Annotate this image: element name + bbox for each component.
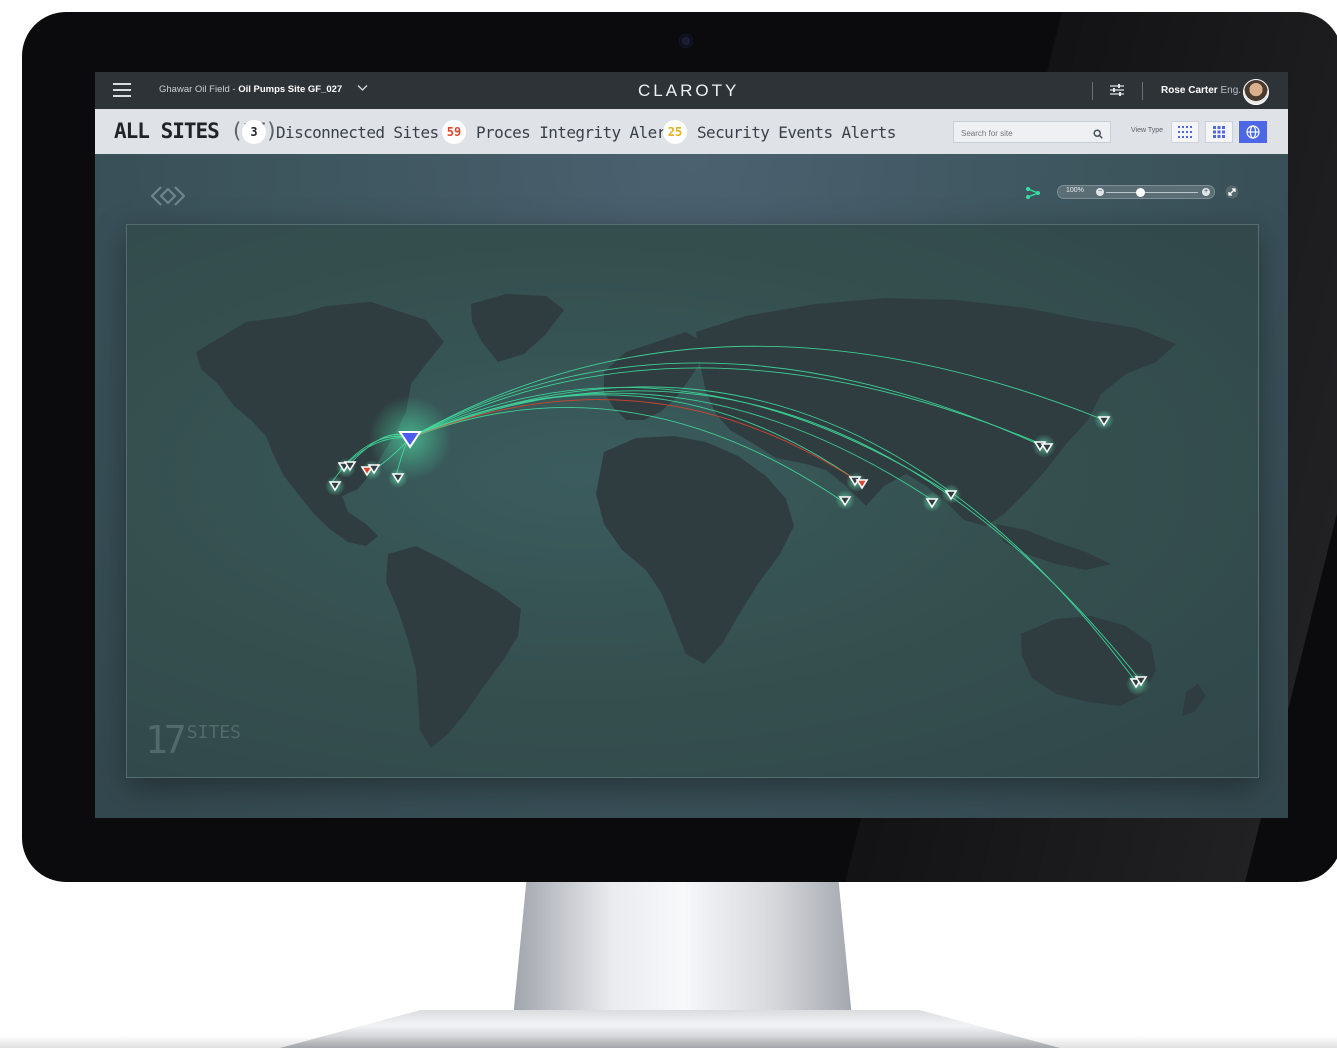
search-input[interactable] [954,122,1088,144]
monitor-stand [512,882,853,1027]
chevron-down-icon[interactable] [357,83,368,95]
globe-view-button[interactable] [1239,121,1267,143]
zoom-slider[interactable]: 100% − + [1057,185,1215,199]
south-america [386,546,521,748]
zoom-in-button[interactable]: + [1202,188,1210,196]
stat-disconnected-sites[interactable]: 3 Disconnected Sites [242,120,439,144]
expand-icon[interactable] [1225,185,1239,199]
stat-label: Security Events Alerts [697,122,896,142]
camera-icon [679,34,693,48]
greenland [471,294,564,362]
list-view-button[interactable] [1171,121,1199,143]
search-box [953,121,1111,144]
breadcrumb-site: Oil Pumps Site GF_027 [238,84,343,95]
all-sites-label: ALL SITES [114,119,220,143]
view-type-label: View Type [1131,127,1164,134]
stat-label: Disconnected Sites [276,122,439,142]
stat-badge: 59 [442,120,466,144]
new-zealand [1182,684,1206,716]
stat-label: Proces Integrity Alerts [476,122,684,142]
summary-bar: ALL SITES (17) 3 Disconnected Sites 59 P… [95,109,1288,154]
stat-badge: 3 [242,120,266,144]
zoom-handle[interactable] [1136,188,1145,197]
user-name-text: Rose Carter [1161,85,1218,96]
floor-shadow [0,1036,1337,1048]
southeast-asia [996,524,1111,570]
continents [196,294,1206,748]
sites-count-number: 17 [145,718,187,762]
list-view-icon [1178,126,1192,138]
breadcrumb[interactable]: Ghawar Oil Field - Oil Pumps Site GF_027 [159,84,342,95]
settings-sliders-icon[interactable] [1109,83,1125,97]
top-bar: Ghawar Oil Field - Oil Pumps Site GF_027… [95,72,1288,109]
africa [596,436,794,664]
user-name[interactable]: Rose Carter Eng. [1161,85,1241,96]
zoom-track [1106,192,1198,193]
app-screen: Ghawar Oil Field - Oil Pumps Site GF_027… [95,72,1288,818]
stat-process-integrity-alerts[interactable]: 59 Proces Integrity Alerts [442,120,684,144]
world-map[interactable] [126,224,1257,776]
globe-view-icon [1246,125,1260,139]
grid-view-button[interactable] [1205,121,1233,143]
sites-count-watermark: 17 SITES [145,718,241,762]
app-logo: CLAROTY [638,81,740,100]
divider [1092,82,1093,100]
breadcrumb-field: Ghawar Oil Field - [159,84,239,95]
search-icon[interactable] [1093,126,1103,139]
divider [1142,82,1143,100]
network-icon[interactable] [1026,186,1040,199]
stat-badge: 25 [663,120,687,144]
zoom-out-button[interactable]: − [1096,188,1104,196]
menu-icon[interactable] [113,83,131,97]
stat-security-events-alerts[interactable]: 25 Security Events Alerts [663,120,896,144]
zoom-level-label: 100% [1066,187,1084,194]
europe [604,332,706,420]
user-role: Eng. [1220,85,1242,96]
sites-count-label: SITES [186,722,241,743]
grid-view-icon [1213,126,1225,138]
avatar[interactable] [1243,79,1269,105]
claroty-mark-icon [150,184,186,208]
